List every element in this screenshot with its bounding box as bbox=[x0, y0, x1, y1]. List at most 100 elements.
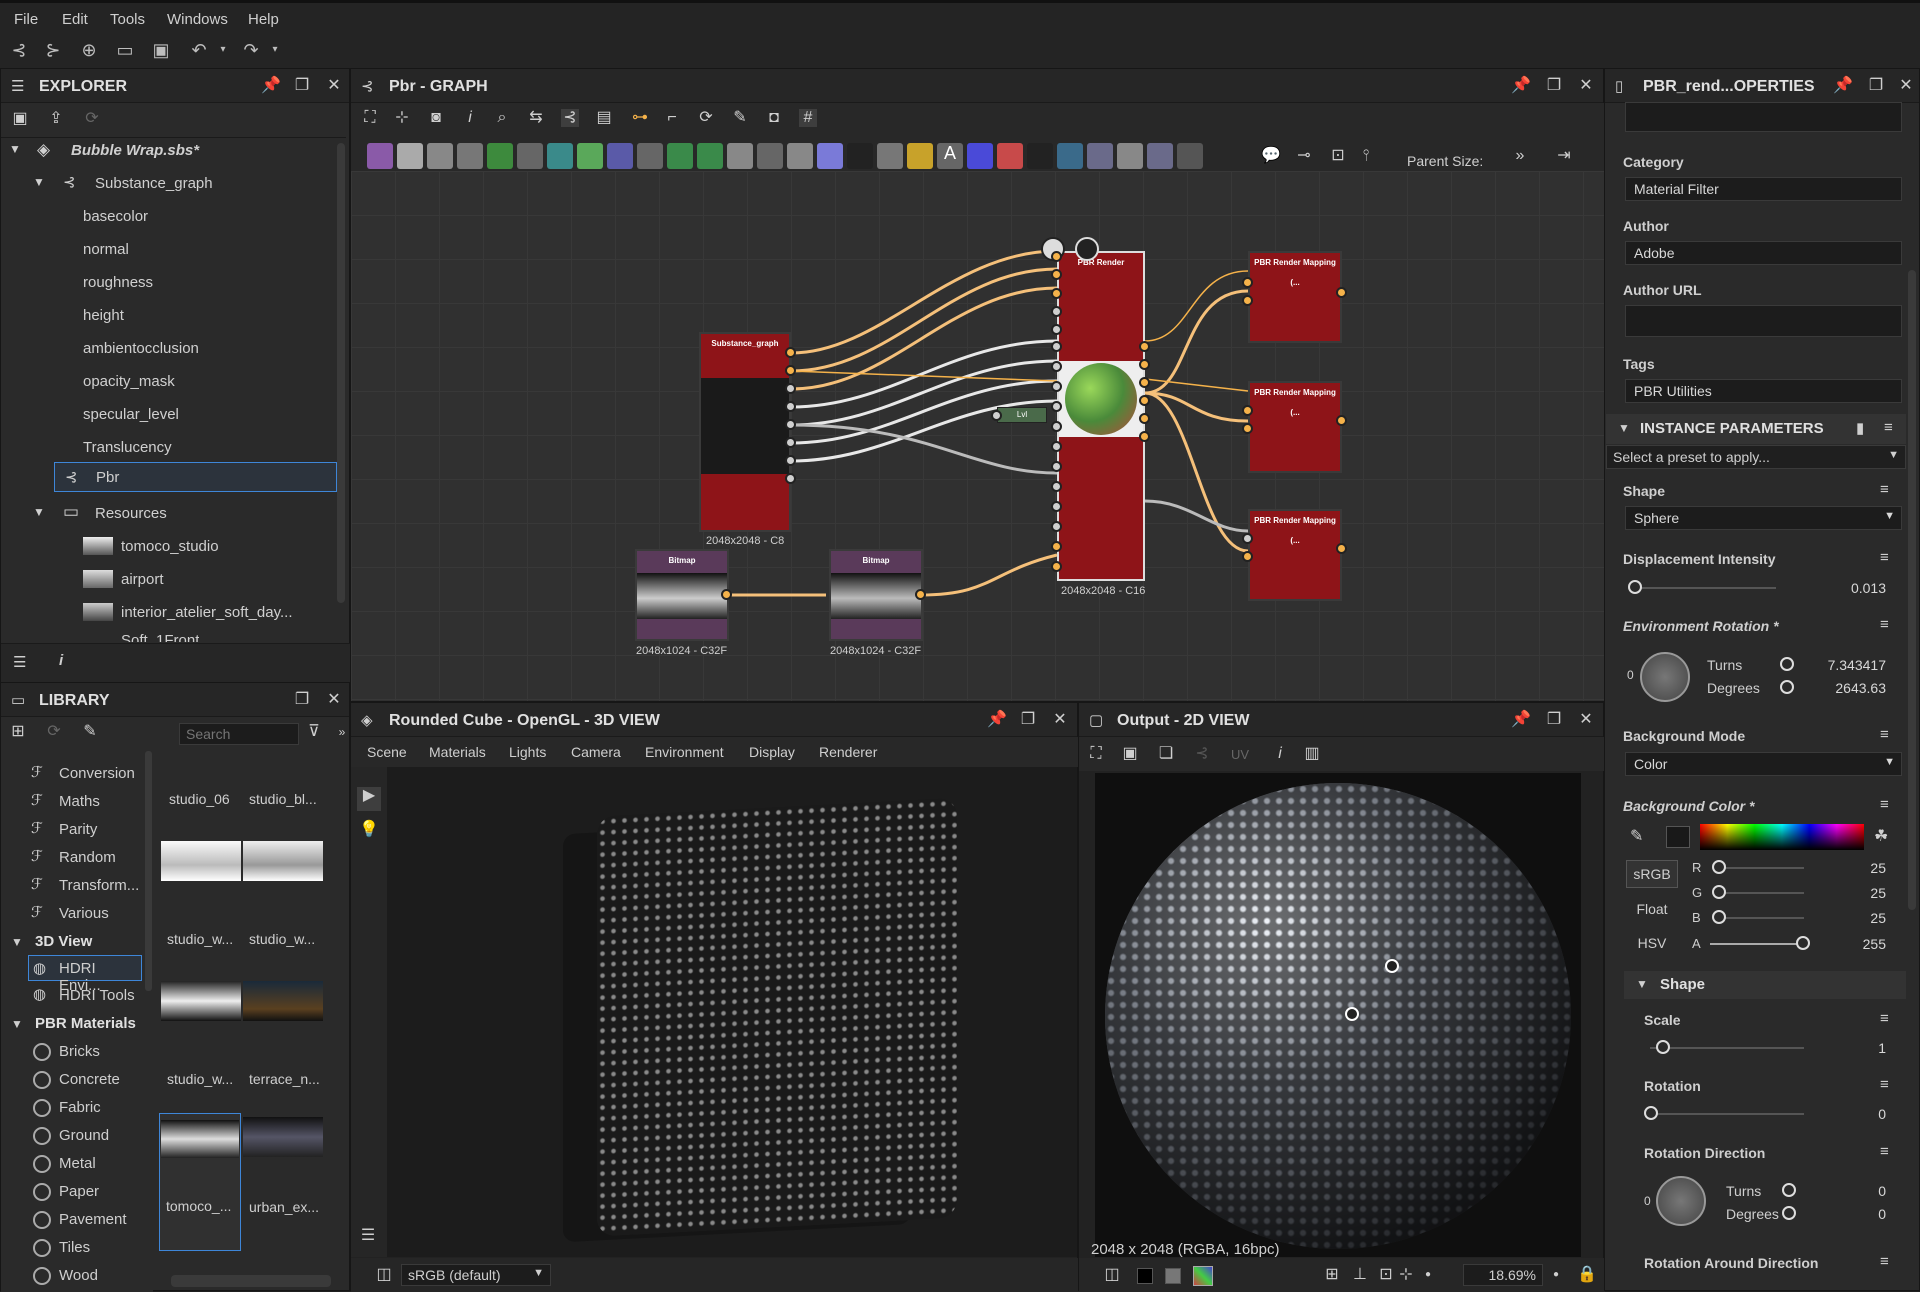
turns-knob[interactable] bbox=[1780, 657, 1794, 671]
atom-bitmap-icon[interactable] bbox=[367, 143, 393, 169]
float-icon[interactable]: ❐ bbox=[293, 77, 311, 95]
render-badge-icon[interactable] bbox=[1075, 237, 1099, 261]
lib-tiles[interactable]: Tiles bbox=[59, 1239, 90, 1256]
node-mapping-3[interactable]: PBR Render Mapping (... bbox=[1248, 509, 1342, 601]
input-port[interactable] bbox=[1242, 551, 1253, 562]
rd-turns-value[interactable]: 0 bbox=[1820, 1183, 1886, 1199]
instance-params-header[interactable]: ▼ INSTANCE PARAMETERS ▮ ≡ bbox=[1606, 414, 1906, 444]
pin-icon[interactable]: 📌 bbox=[1511, 77, 1531, 95]
uv-toggle[interactable]: UV bbox=[1231, 747, 1249, 762]
refresh-icon[interactable]: ⟳ bbox=[45, 723, 63, 741]
output-port[interactable] bbox=[915, 589, 926, 600]
output-port[interactable] bbox=[1139, 395, 1150, 406]
frame-selected-icon[interactable]: ⊹ bbox=[393, 109, 411, 127]
collapse-graph-icon[interactable]: ▼ bbox=[33, 175, 45, 189]
color-spectrum[interactable] bbox=[1700, 824, 1864, 850]
thumb-label[interactable]: studio_w... bbox=[249, 931, 315, 947]
b-slider[interactable] bbox=[1718, 917, 1804, 919]
tab-renderer[interactable]: Renderer bbox=[819, 744, 877, 760]
view2d-canvas[interactable]: 2048 x 2048 (RGBA, 16bpc) bbox=[1091, 773, 1581, 1258]
degrees-value[interactable]: 2643.63 bbox=[1800, 680, 1886, 696]
undo-icon[interactable]: ↶ bbox=[188, 39, 210, 61]
hdri-thumb-icon[interactable] bbox=[243, 841, 323, 881]
properties-scrollbar[interactable] bbox=[1908, 270, 1916, 910]
lib-random[interactable]: Random bbox=[59, 849, 116, 866]
lib-maths[interactable]: Maths bbox=[59, 793, 100, 810]
frame-icon[interactable]: ⊡ bbox=[1329, 147, 1347, 165]
atom-curve-icon[interactable] bbox=[487, 143, 513, 169]
input-port[interactable] bbox=[1051, 561, 1062, 572]
share-icon[interactable]: ⊰ bbox=[1193, 745, 1211, 763]
lib-section-pbr[interactable]: PBR Materials bbox=[35, 1015, 136, 1032]
tree-output-opacity[interactable]: opacity_mask bbox=[83, 373, 175, 390]
rotation-slider[interactable] bbox=[1650, 1113, 1804, 1115]
reload-icon[interactable]: ⟳ bbox=[83, 110, 101, 128]
colorspace-select[interactable]: sRGB (default) ▼ bbox=[401, 1264, 551, 1286]
tab-display[interactable]: Display bbox=[749, 744, 795, 760]
float-icon[interactable]: ❐ bbox=[1545, 711, 1563, 729]
param-menu-icon[interactable]: ≡ bbox=[1880, 1143, 1889, 1160]
menu-windows[interactable]: Windows bbox=[167, 11, 228, 28]
input-port[interactable] bbox=[1051, 361, 1062, 372]
copy-icon[interactable]: ❏ bbox=[1157, 745, 1175, 763]
bg-gray-swatch[interactable] bbox=[1165, 1268, 1181, 1284]
align-icon[interactable]: ⇆ bbox=[527, 109, 545, 127]
param-menu-icon[interactable]: ≡ bbox=[1880, 616, 1889, 633]
lib-paper[interactable]: Paper bbox=[59, 1183, 99, 1200]
input-port[interactable] bbox=[991, 410, 1002, 421]
rotation-knob[interactable] bbox=[1644, 1106, 1658, 1120]
g-knob[interactable] bbox=[1712, 885, 1726, 899]
float-icon[interactable]: ❐ bbox=[1867, 77, 1885, 95]
pin-node-icon[interactable]: ⫯ bbox=[1357, 147, 1375, 165]
param-menu-icon[interactable]: ≡ bbox=[1880, 549, 1889, 566]
palette-icon[interactable]: ☘ bbox=[1874, 826, 1888, 846]
input-port[interactable] bbox=[1051, 324, 1062, 335]
hdri-thumb-icon[interactable] bbox=[161, 841, 241, 881]
input-port[interactable] bbox=[1051, 269, 1062, 280]
tools-icon[interactable]: ✎ bbox=[731, 109, 749, 127]
atom-tile-icon[interactable] bbox=[637, 143, 663, 169]
zoom-dot-icon[interactable]: ● bbox=[1419, 1266, 1437, 1284]
env-rotation-dial[interactable] bbox=[1640, 652, 1690, 702]
layers-icon[interactable]: ◫ bbox=[375, 1266, 393, 1284]
input-port[interactable] bbox=[1051, 288, 1062, 299]
tab-environment[interactable]: Environment bbox=[645, 744, 724, 760]
tags-field[interactable]: PBR Utilities bbox=[1625, 379, 1902, 403]
description-field[interactable] bbox=[1625, 102, 1902, 132]
atom-warp-icon[interactable] bbox=[877, 143, 903, 169]
resource-soft[interactable]: Soft_1Front bbox=[121, 632, 199, 642]
param-menu-icon[interactable]: ≡ bbox=[1880, 726, 1889, 743]
a-value[interactable]: 255 bbox=[1820, 936, 1886, 952]
rd-turns-knob[interactable] bbox=[1782, 1183, 1796, 1197]
info-icon[interactable]: i bbox=[1271, 745, 1289, 763]
author-url-field[interactable] bbox=[1625, 305, 1902, 337]
tree-output-translucency[interactable]: Translucency bbox=[83, 439, 172, 456]
tiling-icon[interactable]: ⊥ bbox=[1351, 1266, 1369, 1284]
input-port[interactable] bbox=[1051, 381, 1062, 392]
search-icon[interactable]: ⌕ bbox=[493, 109, 511, 127]
resources-label[interactable]: Resources bbox=[95, 505, 167, 522]
atom-spectrum-icon[interactable] bbox=[817, 143, 843, 169]
tab-materials[interactable]: Materials bbox=[429, 744, 486, 760]
pin-icon[interactable]: 📌 bbox=[1833, 77, 1853, 95]
thumb-label[interactable]: studio_w... bbox=[167, 931, 233, 947]
hsv-button[interactable]: HSV bbox=[1626, 930, 1678, 958]
menu-tools[interactable]: Tools bbox=[110, 11, 145, 28]
output-port[interactable] bbox=[1139, 341, 1150, 352]
lib-parity[interactable]: Parity bbox=[59, 821, 97, 838]
atom-uniform-icon[interactable] bbox=[607, 143, 633, 169]
output-port[interactable] bbox=[721, 589, 732, 600]
param-menu-icon[interactable]: ≡ bbox=[1880, 1253, 1889, 1270]
info-icon[interactable]: i bbox=[59, 652, 63, 669]
input-port[interactable] bbox=[1051, 306, 1062, 317]
thumb-label[interactable]: studio_bl... bbox=[249, 791, 317, 807]
connector-icon[interactable]: ⌐ bbox=[663, 109, 681, 127]
atom-hsl-icon[interactable] bbox=[757, 143, 783, 169]
collapse-package-icon[interactable]: ▼ bbox=[9, 142, 21, 156]
input-port[interactable] bbox=[1051, 461, 1062, 472]
degrees-knob[interactable] bbox=[1780, 680, 1794, 694]
new-function-icon[interactable]: ⊱ bbox=[42, 39, 64, 61]
expand-icon[interactable]: » bbox=[333, 723, 351, 741]
new-graph-icon[interactable]: ⊰ bbox=[8, 39, 30, 61]
input-port[interactable] bbox=[1051, 521, 1062, 532]
